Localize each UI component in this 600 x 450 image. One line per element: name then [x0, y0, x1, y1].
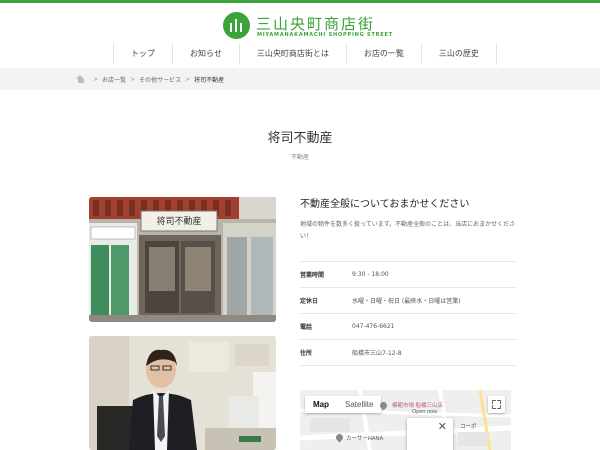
nav-item-about[interactable]: 三山央町商店街とは [238, 43, 346, 65]
page-category: 不動産 [290, 154, 309, 161]
google-map[interactable]: Map Satellite 模範市場 船橋三山店 Open now コーポ カー… [300, 390, 511, 450]
logo-title[interactable]: 三山央町商店街 [256, 13, 375, 34]
breadcrumb-separator: > [130, 75, 136, 83]
logo-icon[interactable] [223, 12, 250, 39]
site-header: 三山央町商店街 MIYAMANAKAMACHI SHOPPING STREET [0, 3, 600, 43]
info-row-phone: 電話 047-476-6621 [300, 314, 516, 340]
store-heading: 不動産全般についておまかせください [300, 199, 470, 210]
map-tab-satellite[interactable]: Satellite [337, 396, 381, 413]
info-label: 定休日 [300, 298, 319, 305]
map-label-mart: カーサーHANA [346, 436, 384, 442]
nav-item-news[interactable]: お知らせ [172, 43, 239, 65]
breadcrumb-shop-list[interactable]: お店一覧 [102, 75, 126, 84]
logo-subtitle: MIYAMANAKAMACHI SHOPPING STREET [257, 32, 393, 38]
store-signboard: 将司不動産 [156, 215, 201, 227]
info-value: 9:30 - 18:00 [352, 271, 389, 278]
breadcrumb-separator: > [185, 75, 191, 83]
info-row-hours: 営業時間 9:30 - 18:00 [300, 262, 516, 288]
info-row-address: 住所 船橋市三山7-12-8 [300, 340, 516, 366]
map-label-open: Open now [412, 409, 438, 415]
nav-item-shops[interactable]: お店の一覧 [345, 43, 421, 65]
main-nav: トップ お知らせ 三山央町商店街とは お店の一覧 三山の歴史 [113, 43, 497, 65]
map-label-market: 模範市場 船橋三山店 [392, 403, 444, 409]
address-value: 船橋市三山7-12-8 [352, 350, 402, 357]
map-label-corp: コーポ [460, 424, 477, 430]
breadcrumb-current: 将司不動産 [194, 76, 225, 84]
nav-item-history[interactable]: 三山の歴史 [420, 43, 497, 65]
map-type-toggle: Map Satellite [305, 396, 382, 413]
store-description: 地域の物件を数多く扱っています。不動産全般のことは、当店におまかせください！ [300, 221, 516, 240]
map-info-window: ✕ [407, 418, 453, 450]
map-tab-map[interactable]: Map [305, 396, 337, 413]
store-info-table: 営業時間 9:30 - 18:00 定休日 水曜・日曜・祝日 (最終水・日曜は営… [300, 261, 516, 366]
nav-item-top[interactable]: トップ [113, 43, 172, 65]
info-row-closed: 定休日 水曜・日曜・祝日 (最終水・日曜は営業) [300, 288, 516, 314]
phone-number[interactable]: 047-476-6621 [352, 323, 395, 330]
breadcrumb-other-services[interactable]: その他サービス [139, 75, 181, 84]
info-label: 電話 [300, 324, 313, 331]
breadcrumb: > お店一覧 > その他サービス > 将司不動産 [76, 68, 224, 90]
staff-photo [89, 336, 276, 450]
breadcrumb-separator: > [93, 75, 99, 83]
storefront-photo: 将司不動産 [89, 197, 276, 322]
close-icon[interactable]: ✕ [438, 420, 447, 433]
home-icon[interactable] [76, 75, 85, 83]
page-title: 将司不動産 [267, 131, 333, 146]
breadcrumb-bar: > お店一覧 > その他サービス > 将司不動産 [0, 68, 600, 90]
info-label: 住所 [300, 350, 313, 357]
info-label: 営業時間 [300, 272, 325, 279]
fullscreen-icon[interactable] [488, 396, 505, 413]
info-value: 水曜・日曜・祝日 (最終水・日曜は営業) [352, 298, 461, 305]
